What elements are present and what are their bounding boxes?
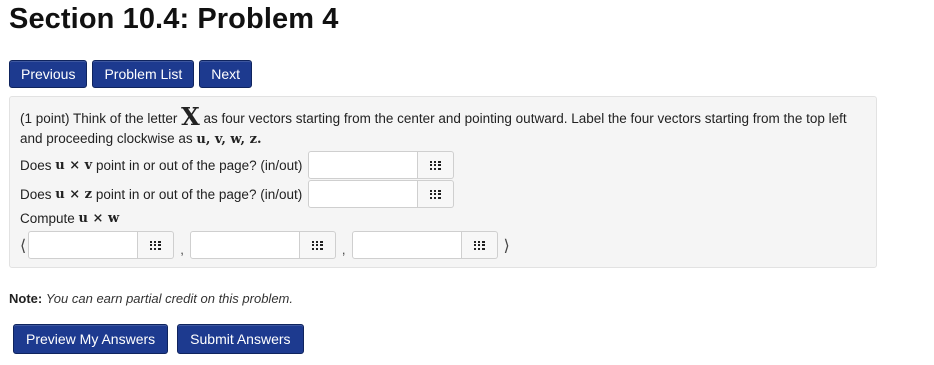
points-label: (1 point) (20, 111, 70, 126)
q1-answer-input[interactable] (308, 151, 419, 179)
q2-palette-button[interactable] (418, 180, 455, 208)
grid-icon (473, 240, 485, 250)
component-2-palette-button[interactable] (299, 231, 336, 259)
q3-expression: u × w (78, 211, 120, 226)
next-button[interactable]: Next (199, 60, 253, 88)
q1-expression: u × v (55, 157, 93, 173)
q2-expression: u × z (55, 186, 93, 202)
note-label: Note: (9, 291, 43, 306)
component-3-input[interactable] (351, 231, 462, 259)
component-1-group (28, 231, 175, 259)
note-text: You can earn partial credit on this prob… (45, 291, 293, 306)
grid-icon (311, 240, 323, 250)
vector-open-bracket: ⟨ (20, 235, 27, 255)
component-2-group (189, 231, 336, 259)
grid-icon (150, 240, 162, 250)
component-3-group (351, 231, 498, 259)
vector-answer-row: ⟨ , , ⟩ (20, 231, 510, 259)
problem-list-button[interactable]: Problem List (92, 60, 195, 88)
component-separator: , (180, 242, 184, 257)
statement-text-1: Think of the letter (73, 111, 178, 126)
submit-actions: Preview My Answers Submit Answers (13, 324, 304, 354)
component-separator: , (341, 242, 346, 257)
problem-statement: (1 point) Think of the letter X as four … (20, 105, 870, 150)
q2-prefix: Does (20, 186, 52, 202)
q1-prefix: Does (20, 157, 52, 173)
q1-answer-group (308, 151, 455, 179)
component-1-input[interactable] (28, 231, 139, 259)
q3-prefix: Compute (20, 211, 75, 226)
partial-credit-note: Note: You can earn partial credit on thi… (9, 291, 293, 306)
q1-suffix: point in or out of the page? (in/out) (96, 157, 303, 173)
question-1: Does u × v point in or out of the page? … (20, 151, 455, 179)
problem-nav: Previous Problem List Next (9, 60, 253, 88)
q2-answer-input[interactable] (308, 180, 419, 208)
question-2: Does u × z point in or out of the page? … (20, 180, 455, 208)
page-title: Section 10.4: Problem 4 (9, 3, 339, 35)
letter-x: X (181, 102, 200, 131)
component-3-palette-button[interactable] (461, 231, 498, 259)
q2-suffix: point in or out of the page? (in/out) (95, 186, 303, 202)
problem-panel: (1 point) Think of the letter X as four … (9, 96, 877, 268)
grid-icon (430, 160, 442, 170)
previous-button[interactable]: Previous (9, 60, 88, 88)
q1-palette-button[interactable] (418, 151, 455, 179)
question-3: Compute u × w (20, 211, 119, 226)
vector-labels: u, v, w, z. (196, 132, 262, 147)
grid-icon (430, 189, 442, 199)
submit-answers-button[interactable]: Submit Answers (177, 324, 304, 354)
q2-answer-group (308, 180, 455, 208)
vector-close-bracket: ⟩ (503, 235, 510, 255)
component-1-palette-button[interactable] (138, 231, 175, 259)
preview-answers-button[interactable]: Preview My Answers (13, 324, 169, 354)
component-2-input[interactable] (189, 231, 300, 259)
